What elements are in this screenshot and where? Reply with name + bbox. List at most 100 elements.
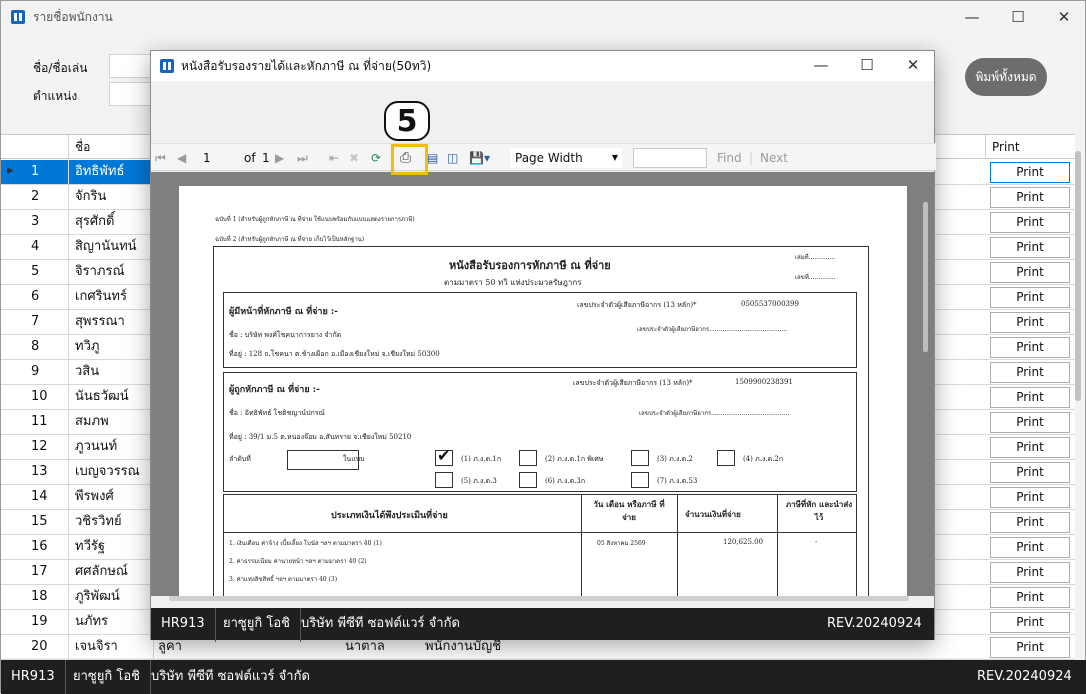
dialog-titlebar: หนังสือรับรองรายได้และหักภาษี ณ ที่จ่าย(… — [151, 51, 934, 81]
row-number: 7 — [1, 310, 69, 334]
step-callout: 5 — [384, 101, 430, 141]
row-number: 6 — [1, 285, 69, 309]
dialog-minimize-icon[interactable]: — — [798, 50, 844, 80]
employee-name[interactable]: จิราภรณ์ — [69, 260, 154, 284]
form-checkbox-3[interactable] — [631, 450, 649, 466]
print-cell: Print — [986, 235, 1075, 259]
row-print-button[interactable]: Print — [990, 637, 1070, 658]
copy1-note: ฉบับที่ 1 (สำหรับผู้ถูกหักภาษี ณ ที่จ่าย… — [215, 216, 415, 223]
next-link[interactable]: Next — [760, 148, 788, 168]
row-print-button[interactable]: Print — [990, 512, 1070, 533]
row-print-button[interactable]: Print — [990, 312, 1070, 333]
employee-name[interactable]: วชิรวิทย์ — [69, 510, 154, 534]
row-print-button[interactable]: Print — [990, 562, 1070, 583]
employee-name[interactable]: นันธวัฒน์ — [69, 385, 154, 409]
first-page-icon[interactable]: ⏮ — [155, 148, 166, 168]
employee-name[interactable]: นภัทร — [69, 610, 154, 634]
employee-name[interactable]: ภูริพัฒน์ — [69, 585, 154, 609]
row-number: 10 — [1, 385, 69, 409]
row-print-button[interactable]: Print — [990, 437, 1070, 458]
refresh-icon[interactable]: ⟳ — [371, 148, 381, 168]
print-all-button[interactable]: พิมพ์ทั้งหมด — [965, 58, 1047, 96]
print-layout-icon[interactable]: ▤ — [427, 148, 438, 168]
row-print-button[interactable]: Print — [990, 287, 1070, 308]
row-print-button[interactable]: Print — [990, 187, 1070, 208]
employee-name[interactable]: อิทธิพัทธ์ — [69, 160, 154, 184]
employee-name[interactable]: จักริน — [69, 185, 154, 209]
row-print-button[interactable]: Print — [990, 462, 1070, 483]
row-print-button[interactable]: Print — [990, 162, 1070, 183]
employee-name[interactable]: เจนจิรา — [69, 635, 154, 659]
doc-number: เลขที่.............. — [795, 274, 836, 281]
report-viewer[interactable]: ฉบับที่ 1 (สำหรับผู้ถูกหักภาษี ณ ที่จ่าย… — [151, 172, 934, 596]
zoom-select[interactable]: Page Width ▼ — [510, 148, 622, 168]
last-page-icon[interactable]: ⏭ — [297, 148, 308, 168]
viewer-vscroll[interactable] — [923, 202, 928, 352]
row-print-button[interactable]: Print — [990, 587, 1070, 608]
employee-name[interactable]: ทวีรัฐ — [69, 535, 154, 559]
page-setup-icon[interactable]: ◫ — [447, 148, 458, 168]
find-input[interactable] — [633, 148, 707, 168]
dialog-close-icon[interactable]: ✕ — [890, 50, 936, 80]
page-number-input[interactable]: 1 — [203, 148, 211, 168]
print-cell: Print — [986, 460, 1075, 484]
next-page-icon[interactable]: ▶ — [275, 148, 284, 168]
row-print-button[interactable]: Print — [990, 262, 1070, 283]
row-print-button[interactable]: Print — [990, 537, 1070, 558]
payee-taxid2: เลขประจำตัวผู้เสียภาษีอากร..............… — [639, 410, 790, 417]
close-icon[interactable]: ✕ — [1041, 1, 1086, 33]
employee-name[interactable]: สมภพ — [69, 410, 154, 434]
row-print-button[interactable]: Print — [990, 237, 1070, 258]
employee-name[interactable]: ศศลักษณ์ — [69, 560, 154, 584]
stop-icon[interactable]: ✖ — [349, 148, 359, 168]
grid-header-print[interactable]: Print — [986, 135, 1075, 159]
back-icon[interactable]: ⇤ — [329, 148, 339, 168]
viewer-hscroll[interactable] — [169, 596, 909, 601]
row-print-button[interactable]: Print — [990, 362, 1070, 383]
row-print-button[interactable]: Print — [990, 612, 1070, 633]
dialog-maximize-icon[interactable]: ☐ — [844, 50, 890, 80]
table-col-divider-2 — [677, 494, 678, 596]
export-icon[interactable]: 💾▾ — [469, 148, 490, 168]
find-link[interactable]: Find — [717, 148, 742, 168]
dialog-status-rev: REV.20240924 — [827, 616, 922, 631]
payee-heading: ผู้ถูกหักภาษี ณ ที่จ่าย :- — [229, 385, 320, 395]
minimize-icon[interactable]: — — [949, 1, 995, 33]
row-print-button[interactable]: Print — [990, 337, 1070, 358]
row-print-button[interactable]: Print — [990, 412, 1070, 433]
employee-name[interactable]: พีรพงศ์ — [69, 485, 154, 509]
employee-name[interactable]: สิญานันทน์ — [69, 235, 154, 259]
grid-header-name[interactable]: ชื่อ — [69, 135, 154, 159]
row-print-button[interactable]: Print — [990, 212, 1070, 233]
table-col-divider-1 — [581, 494, 582, 596]
print-cell: Print — [986, 610, 1075, 634]
form-checkbox-1[interactable]: ✔ — [435, 446, 453, 466]
checkmark-icon: ✔ — [437, 446, 451, 465]
prev-page-icon[interactable]: ◀ — [177, 148, 186, 168]
form-checkbox-5[interactable] — [435, 472, 453, 488]
row-print-button[interactable]: Print — [990, 387, 1070, 408]
employee-name[interactable]: ภูวนนท์ — [69, 435, 154, 459]
zoom-value: Page Width — [515, 151, 583, 165]
th-date: วัน เดือน หรือภาษี ที่จ่าย — [593, 499, 665, 522]
grid-scrollbar[interactable] — [1075, 151, 1081, 401]
employee-name[interactable]: สุรศักดิ์ — [69, 210, 154, 234]
form-checkbox-7[interactable] — [631, 472, 649, 488]
maximize-icon[interactable]: ☐ — [995, 1, 1041, 33]
employee-name[interactable]: สุพรรณา — [69, 310, 154, 334]
employee-name[interactable]: เกศรินทร์ — [69, 285, 154, 309]
form-checkbox-6[interactable] — [519, 472, 537, 488]
row-number: 11 — [1, 410, 69, 434]
report-toolbar: ⏮ ◀ 1 of 1 ▶ ⏭ ⇤ ✖ ⟳ ⎙ ▤ ◫ 💾▾ Page Width… — [151, 143, 936, 171]
print-cell: Print — [986, 435, 1075, 459]
print-button-highlight — [391, 144, 428, 175]
form-checkbox-2[interactable] — [519, 450, 537, 466]
row-print-button[interactable]: Print — [990, 487, 1070, 508]
employee-name[interactable]: วสิน — [69, 360, 154, 384]
form-checkbox-4[interactable] — [717, 450, 735, 466]
row-number: 19 — [1, 610, 69, 634]
employee-name[interactable]: เบญจวรรณ — [69, 460, 154, 484]
income-row-1-type: 1. เงินเดือน ค่าจ้าง เบี้ยเลี้ยง โบนัส ฯ… — [229, 540, 382, 547]
employee-name[interactable]: ทวิภู — [69, 335, 154, 359]
form-label-7: (7) ภ.ง.ด.53 — [657, 477, 698, 485]
